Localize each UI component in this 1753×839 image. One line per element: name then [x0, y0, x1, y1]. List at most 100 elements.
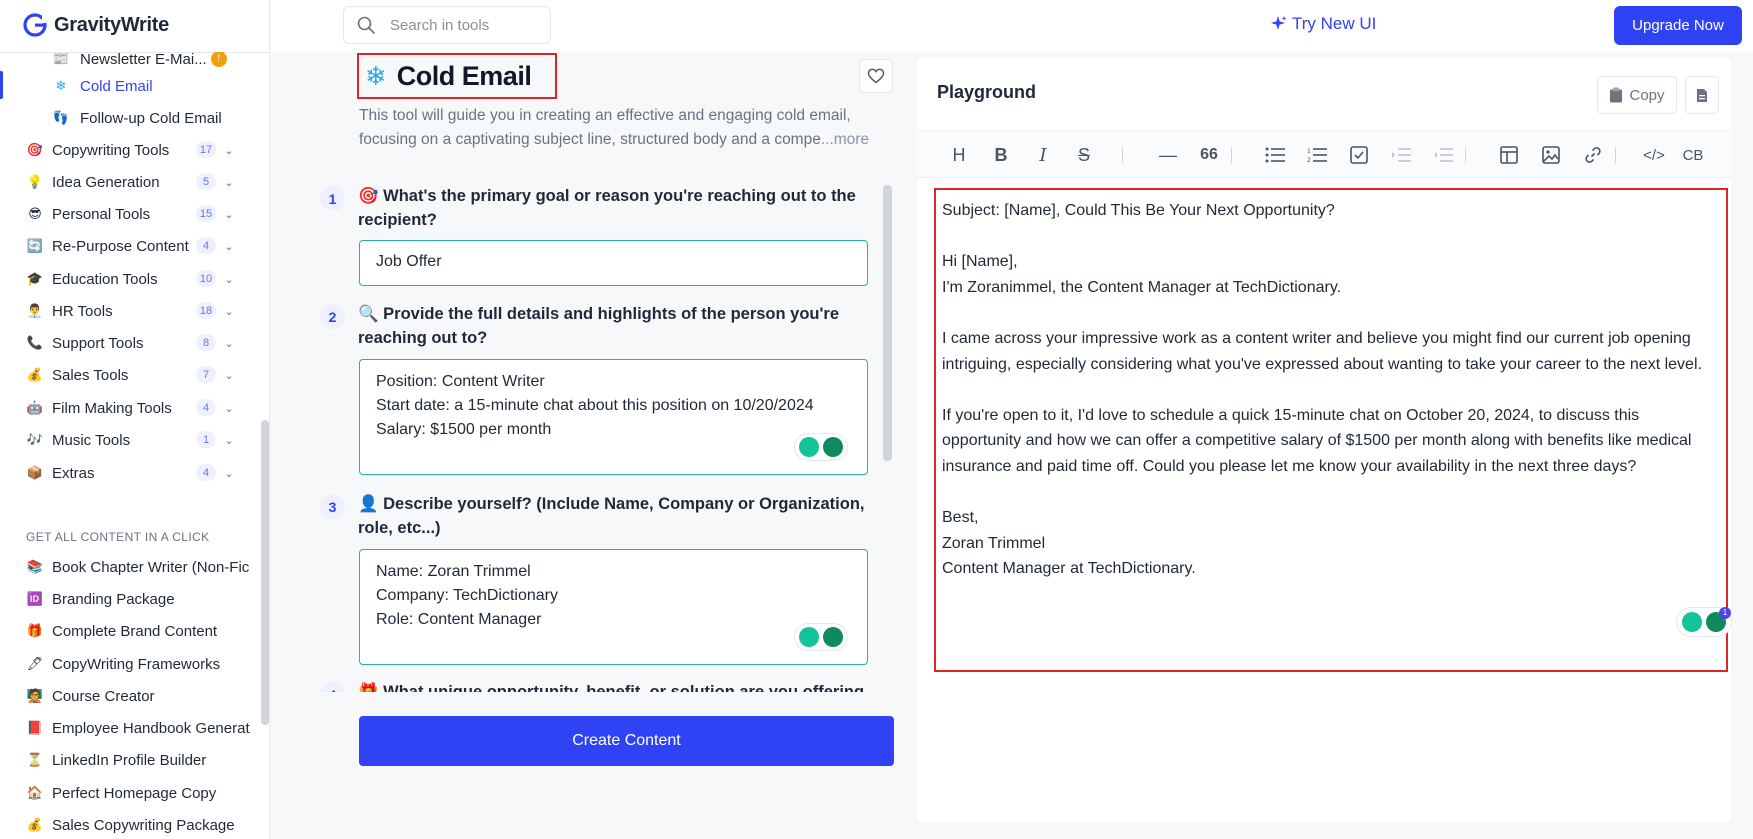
- sidebar-category-personal[interactable]: 😎 Personal Tools 15 ⌄: [26, 199, 266, 229]
- sidebar-package-homepage[interactable]: 🏠 Perfect Homepage Copy: [26, 778, 216, 808]
- sidebar-category-idea[interactable]: 💡 Idea Generation 5 ⌄: [26, 167, 266, 197]
- money-bag-icon: 💰: [26, 367, 44, 382]
- question-text: Describe yourself? (Include Name, Compan…: [358, 495, 865, 537]
- playground-panel: Playground Copy H B I S — 66 12 </> CB S…: [917, 58, 1731, 822]
- self-description-textarea[interactable]: Name: Zoran Trimmel Company: TechDiction…: [359, 549, 868, 665]
- sidebar-item-label: Sales Tools: [52, 366, 129, 384]
- outdent-icon[interactable]: [1431, 143, 1455, 167]
- teacher-icon: 🧑‍🏫: [26, 688, 44, 703]
- strikethrough-icon[interactable]: S: [1072, 143, 1096, 167]
- numbered-list-icon[interactable]: 12: [1305, 143, 1329, 167]
- search-box[interactable]: [343, 6, 551, 44]
- create-content-button[interactable]: Create Content: [359, 716, 894, 766]
- link-icon[interactable]: [1581, 143, 1605, 167]
- sidebar-package-handbook[interactable]: 📕 Employee Handbook Generat: [26, 713, 250, 743]
- grammarly-widget[interactable]: [795, 624, 847, 650]
- sidebar-category-copywriting[interactable]: 🎯 Copywriting Tools 17 ⌄: [26, 135, 266, 165]
- gravitywrite-logo-icon: [23, 13, 47, 37]
- code-icon[interactable]: </>: [1642, 143, 1666, 167]
- office-worker-icon: 👨‍💼: [26, 303, 44, 318]
- indent-icon[interactable]: [1389, 143, 1413, 167]
- copy-button[interactable]: Copy: [1597, 76, 1677, 114]
- horizontal-rule-icon[interactable]: —: [1156, 143, 1180, 167]
- sidebar-package-book[interactable]: 📚 Book Chapter Writer (Non-Fic: [26, 552, 249, 582]
- chevron-down-icon[interactable]: ⌄: [222, 433, 236, 447]
- chevron-down-icon[interactable]: ⌄: [222, 368, 236, 382]
- sidebar-item-label: Extras: [52, 464, 95, 482]
- sidebar-category-sales[interactable]: 💰 Sales Tools 7 ⌄: [26, 360, 266, 390]
- italic-icon[interactable]: I: [1031, 143, 1055, 167]
- chevron-down-icon[interactable]: ⌄: [222, 143, 236, 157]
- grammarly-icon: [823, 437, 843, 457]
- chevron-down-icon[interactable]: ⌄: [222, 466, 236, 480]
- more-link[interactable]: ...more: [821, 131, 869, 148]
- sidebar-category-extras[interactable]: 📦 Extras 4 ⌄: [26, 458, 266, 488]
- sidebar-category-film[interactable]: 🤖 Film Making Tools 4 ⌄: [26, 393, 266, 423]
- sidebar-item-label: HR Tools: [52, 302, 113, 320]
- snowflake-icon: ❄: [55, 78, 67, 93]
- question-label: 🎁 What unique opportunity, benefit, or s…: [358, 680, 878, 692]
- sidebar-package-sales-copy[interactable]: 💰 Sales Copywriting Package: [26, 810, 235, 839]
- chevron-down-icon[interactable]: ⌄: [222, 336, 236, 350]
- try-new-ui-link[interactable]: Try New UI: [1270, 14, 1376, 34]
- favorite-button[interactable]: [859, 59, 893, 93]
- description-text: focusing on a captivating subject line, …: [359, 131, 821, 148]
- sidebar-scrollbar[interactable]: [261, 420, 269, 725]
- bold-icon[interactable]: B: [989, 143, 1013, 167]
- sidebar-category-music[interactable]: 🎶 Music Tools 1 ⌄: [26, 425, 266, 455]
- sidebar-category-hr[interactable]: 👨‍💼 HR Tools 18 ⌄: [26, 296, 266, 326]
- generated-email-editor[interactable]: Subject: [Name], Could This Be Your Next…: [934, 188, 1731, 672]
- sidebar-item-label: Personal Tools: [52, 205, 151, 223]
- export-document-button[interactable]: [1685, 76, 1719, 114]
- image-icon[interactable]: [1539, 143, 1563, 167]
- sidebar-package-frameworks[interactable]: 🖊 CopyWriting Frameworks: [26, 649, 220, 679]
- sidebar-category-education[interactable]: 🎓 Education Tools 10 ⌄: [26, 264, 266, 294]
- lightbulb-icon: 💡: [26, 174, 44, 189]
- search-input[interactable]: [390, 16, 530, 34]
- form-area: 1 🎯 What's the primary goal or reason yo…: [316, 182, 896, 692]
- checklist-icon[interactable]: [1347, 143, 1371, 167]
- sidebar-package-brand-content[interactable]: 🎁 Complete Brand Content: [26, 616, 217, 646]
- toolbar-divider: [1122, 147, 1123, 163]
- footprints-icon: 👣: [52, 110, 70, 125]
- question-label: 👤 Describe yourself? (Include Name, Comp…: [358, 492, 878, 540]
- sidebar-package-course[interactable]: 🧑‍🏫 Course Creator: [26, 681, 155, 711]
- sidebar-package-linkedin[interactable]: ⏳ LinkedIn Profile Builder: [26, 745, 206, 775]
- sidebar-item-label: Copywriting Tools: [52, 141, 170, 159]
- sidebar-package-branding[interactable]: 🆔 Branding Package: [26, 584, 175, 614]
- email-paragraph: If you're open to it, I'd love to schedu…: [942, 406, 1692, 475]
- grammarly-widget[interactable]: [795, 434, 847, 460]
- chevron-down-icon[interactable]: ⌄: [222, 239, 236, 253]
- playground-title: Playground: [937, 82, 1037, 102]
- chevron-down-icon[interactable]: ⌄: [222, 207, 236, 221]
- chevron-down-icon[interactable]: ⌄: [222, 401, 236, 415]
- upgrade-button[interactable]: Upgrade Now: [1614, 6, 1742, 45]
- sidebar-item-follow-up[interactable]: 👣 Follow-up Cold Email: [52, 103, 222, 133]
- blockquote-icon[interactable]: 66: [1197, 143, 1221, 167]
- hourglass-icon: ⏳: [26, 752, 44, 767]
- recipient-details-textarea[interactable]: Position: Content Writer Start date: a 1…: [359, 359, 868, 475]
- chevron-down-icon[interactable]: ⌄: [222, 272, 236, 286]
- chevron-down-icon[interactable]: ⌄: [222, 304, 236, 318]
- sidebar-category-support[interactable]: 📞 Support Tools 8 ⌄: [26, 328, 266, 358]
- sidebar-item-label: Book Chapter Writer (Non-Fic: [52, 558, 250, 576]
- logo[interactable]: GravityWrite: [22, 10, 169, 40]
- code-block-icon[interactable]: CB: [1681, 143, 1705, 167]
- table-icon[interactable]: [1497, 143, 1521, 167]
- form-scrollbar[interactable]: [883, 185, 892, 461]
- grammarly-widget[interactable]: 1: [1677, 607, 1731, 636]
- sidebar-category-repurpose[interactable]: 🔄 Re-Purpose Content 4 ⌄: [26, 231, 266, 261]
- try-new-ui-label: Try New UI: [1292, 14, 1377, 33]
- count-badge: 10: [196, 270, 216, 287]
- goal-input[interactable]: Job Offer: [359, 240, 868, 286]
- heading-icon[interactable]: H: [947, 143, 971, 167]
- logo-text: GravityWrite: [54, 13, 169, 36]
- email-sender-title: Content Manager at TechDictionary.: [942, 560, 1196, 578]
- sidebar-item-label: Employee Handbook Generat: [52, 719, 250, 737]
- count-badge: 15: [196, 205, 216, 222]
- textarea-value: Position: Content Writer Start date: a 1…: [376, 373, 814, 438]
- toolbar-divider: [1615, 147, 1616, 163]
- bullet-list-icon[interactable]: [1263, 143, 1287, 167]
- sidebar-item-cold-email[interactable]: ❄ Cold Email: [52, 71, 153, 101]
- chevron-down-icon[interactable]: ⌄: [222, 175, 236, 189]
